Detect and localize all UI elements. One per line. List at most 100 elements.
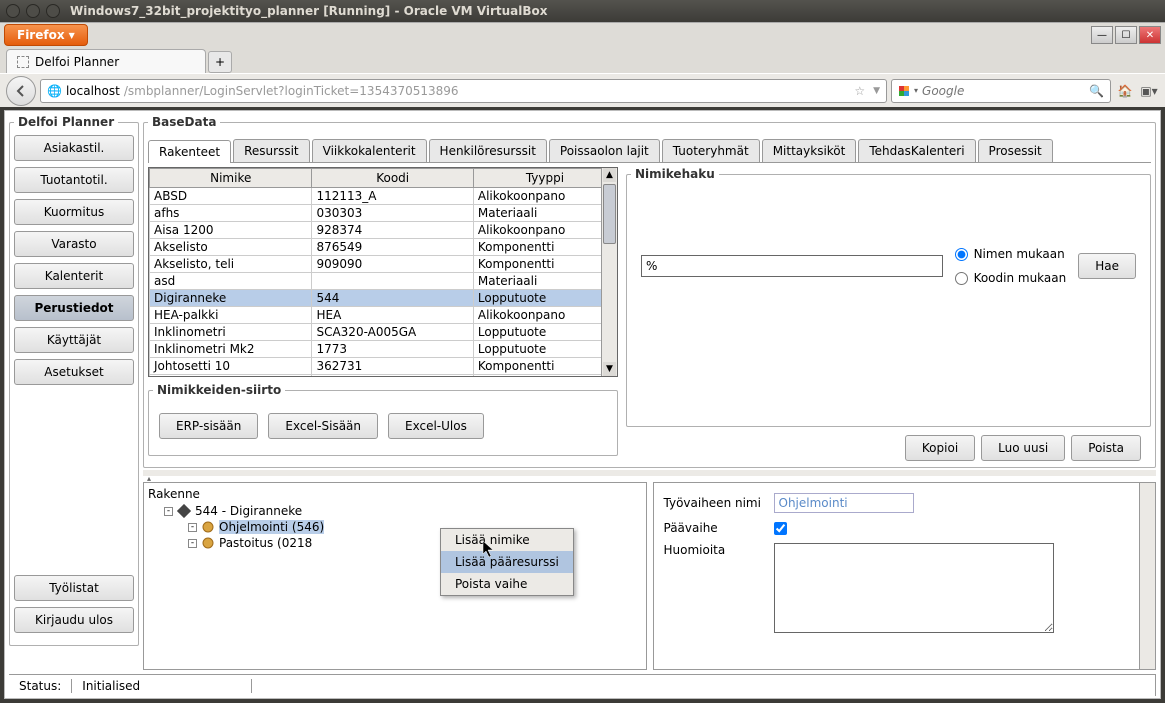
table-cell: 120932: [312, 375, 473, 378]
table-row[interactable]: Akselisto, teli909090Komponentti: [150, 256, 617, 273]
radio-code[interactable]: [955, 272, 968, 285]
table-cell: Akselisto: [150, 239, 312, 256]
ctx-lisaa-nimike[interactable]: Lisää nimike: [441, 529, 573, 551]
items-table[interactable]: Nimike Koodi Tyyppi ABSD112113_AAlikokoo…: [149, 168, 617, 377]
context-menu: Lisää nimike Lisää pääresurssi Poista va…: [440, 528, 574, 596]
table-row[interactable]: Johtosetti 20120932Komponentti: [150, 375, 617, 378]
minimize-icon[interactable]: [26, 4, 40, 18]
excel-sisaan-button[interactable]: Excel-Sisään: [268, 413, 378, 439]
table-row[interactable]: Digiranneke544Lopputuote: [150, 290, 617, 307]
back-button[interactable]: [6, 76, 36, 106]
table-row[interactable]: Johtosetti 10362731Komponentti: [150, 358, 617, 375]
hae-button[interactable]: Hae: [1078, 253, 1136, 279]
horizontal-splitter[interactable]: [143, 470, 1156, 476]
table-row[interactable]: Inklinometri Mk21773Lopputuote: [150, 341, 617, 358]
tab-henkiloresurssit[interactable]: Henkilöresurssit: [429, 139, 547, 162]
chevron-down-icon[interactable]: ▼: [873, 86, 880, 96]
tab-tuoteryhmat[interactable]: Tuoteryhmät: [662, 139, 760, 162]
table-row[interactable]: InklinometriSCA320-A005GALopputuote: [150, 324, 617, 341]
luo-uusi-button[interactable]: Luo uusi: [981, 435, 1065, 461]
tab-viikkokalenterit[interactable]: Viikkokalenterit: [312, 139, 427, 162]
tree-expand-icon[interactable]: -: [188, 523, 197, 532]
nimikkeiden-legend: Nimikkeiden-siirto: [153, 383, 285, 397]
guest-maximize-button[interactable]: ☐: [1115, 26, 1137, 44]
search-value-input[interactable]: [641, 255, 943, 277]
table-cell: HEA-palkki: [150, 307, 312, 324]
home-button[interactable]: 🏠: [1115, 81, 1135, 101]
tab-rakenteet[interactable]: Rakenteet: [148, 140, 231, 163]
rakenne-tree-panel: Rakenne - 544 - Digiranneke - Ohjelmoint…: [143, 482, 647, 670]
scroll-thumb[interactable]: [603, 184, 616, 244]
tab-resurssit[interactable]: Resurssit: [233, 139, 310, 162]
bookmarks-button[interactable]: ▣▾: [1139, 81, 1159, 101]
sidebar-btn-perustiedot[interactable]: Perustiedot: [14, 295, 134, 321]
new-tab-button[interactable]: +: [208, 51, 232, 73]
tab-tehdaskalenteri[interactable]: TehdasKalenteri: [858, 139, 975, 162]
table-scrollbar[interactable]: ▲ ▼: [601, 168, 617, 376]
bookmark-star-icon[interactable]: ☆: [854, 84, 865, 98]
table-row[interactable]: ABSD112113_AAlikokoonpano: [150, 188, 617, 205]
firefox-menu-button[interactable]: Firefox ▼: [4, 24, 88, 46]
table-row[interactable]: Aisa 1200928374Alikokoonpano: [150, 222, 617, 239]
sidebar-btn-kalenterit[interactable]: Kalenterit: [14, 263, 134, 289]
scroll-up-icon[interactable]: ▲: [603, 168, 616, 182]
radio-koodin-mukaan[interactable]: Koodin mukaan: [955, 271, 1067, 285]
sidebar-btn-kuormitus[interactable]: Kuormitus: [14, 199, 134, 225]
poista-button[interactable]: Poista: [1071, 435, 1141, 461]
table-cell: Johtosetti 10: [150, 358, 312, 375]
close-icon[interactable]: [6, 4, 20, 18]
tree-expand-icon[interactable]: -: [188, 539, 197, 548]
col-tyyppi[interactable]: Tyyppi: [473, 169, 616, 188]
table-row[interactable]: afhs030303Materiaali: [150, 205, 617, 222]
tree-collapse-icon[interactable]: -: [164, 507, 173, 516]
basedata-legend: BaseData: [148, 115, 220, 129]
search-input[interactable]: [922, 84, 1085, 98]
huomioita-textarea[interactable]: [774, 543, 1054, 633]
table-cell: Aisa 1200: [150, 222, 312, 239]
sidebar-btn-asetukset[interactable]: Asetukset: [14, 359, 134, 385]
sidebar-btn-kayttajat[interactable]: Käyttäjät: [14, 327, 134, 353]
sidebar-btn-tyolistat[interactable]: Työlistat: [14, 575, 134, 601]
table-row[interactable]: HEA-palkkiHEAAlikokoonpano: [150, 307, 617, 324]
guest-close-button[interactable]: ✕: [1139, 26, 1161, 44]
col-koodi[interactable]: Koodi: [312, 169, 473, 188]
url-path: /smbplanner/LoginServlet?loginTicket=135…: [124, 84, 459, 98]
sidebar-btn-asiakastil[interactable]: Asiakastil.: [14, 135, 134, 161]
search-icon[interactable]: 🔍: [1089, 84, 1104, 98]
table-cell: Digiranneke: [150, 290, 312, 307]
sidebar-btn-tuotantotil[interactable]: Tuotantotil.: [14, 167, 134, 193]
radio-name[interactable]: [955, 248, 968, 261]
table-cell: 112113_A: [312, 188, 473, 205]
window-title: Windows7_32bit_projektityo_planner [Runn…: [70, 4, 548, 18]
table-cell: Komponentti: [473, 239, 616, 256]
dropdown-arrow-icon[interactable]: ▾: [914, 86, 918, 95]
browser-tab[interactable]: Delfoi Planner: [6, 49, 206, 73]
detail-scrollbar[interactable]: [1139, 483, 1155, 669]
table-row[interactable]: Akselisto876549Komponentti: [150, 239, 617, 256]
tab-poissaolon-lajit[interactable]: Poissaolon lajit: [549, 139, 660, 162]
chevron-down-icon: ▼: [69, 31, 75, 40]
kopioi-button[interactable]: Kopioi: [905, 435, 975, 461]
tab-mittayksikot[interactable]: Mittayksiköt: [762, 139, 857, 162]
tree-root-label: 544 - Digiranneke: [195, 504, 302, 518]
guest-minimize-button[interactable]: —: [1091, 26, 1113, 44]
tyovaihe-input[interactable]: [774, 493, 914, 513]
ctx-lisaa-paaresurssi[interactable]: Lisää pääresurssi: [441, 551, 573, 573]
url-bar[interactable]: 🌐 localhost/smbplanner/LoginServlet?logi…: [40, 79, 887, 103]
paavaihe-checkbox[interactable]: [774, 522, 787, 535]
excel-ulos-button[interactable]: Excel-Ulos: [388, 413, 484, 439]
ctx-poista-vaihe[interactable]: Poista vaihe: [441, 573, 573, 595]
search-box[interactable]: ▾ 🔍: [891, 79, 1111, 103]
table-cell: ABSD: [150, 188, 312, 205]
radio-nimen-mukaan[interactable]: Nimen mukaan: [955, 247, 1067, 261]
col-nimike[interactable]: Nimike: [150, 169, 312, 188]
table-cell: Alikokoonpano: [473, 222, 616, 239]
maximize-icon[interactable]: [46, 4, 60, 18]
scroll-down-icon[interactable]: ▼: [603, 362, 616, 376]
sidebar-btn-varasto[interactable]: Varasto: [14, 231, 134, 257]
tab-prosessit[interactable]: Prosessit: [978, 139, 1053, 162]
table-row[interactable]: asdMateriaali: [150, 273, 617, 290]
tree-root-item[interactable]: - 544 - Digiranneke: [148, 503, 642, 519]
sidebar-btn-kirjaudu-ulos[interactable]: Kirjaudu ulos: [14, 607, 134, 633]
erp-sisaan-button[interactable]: ERP-sisään: [159, 413, 258, 439]
